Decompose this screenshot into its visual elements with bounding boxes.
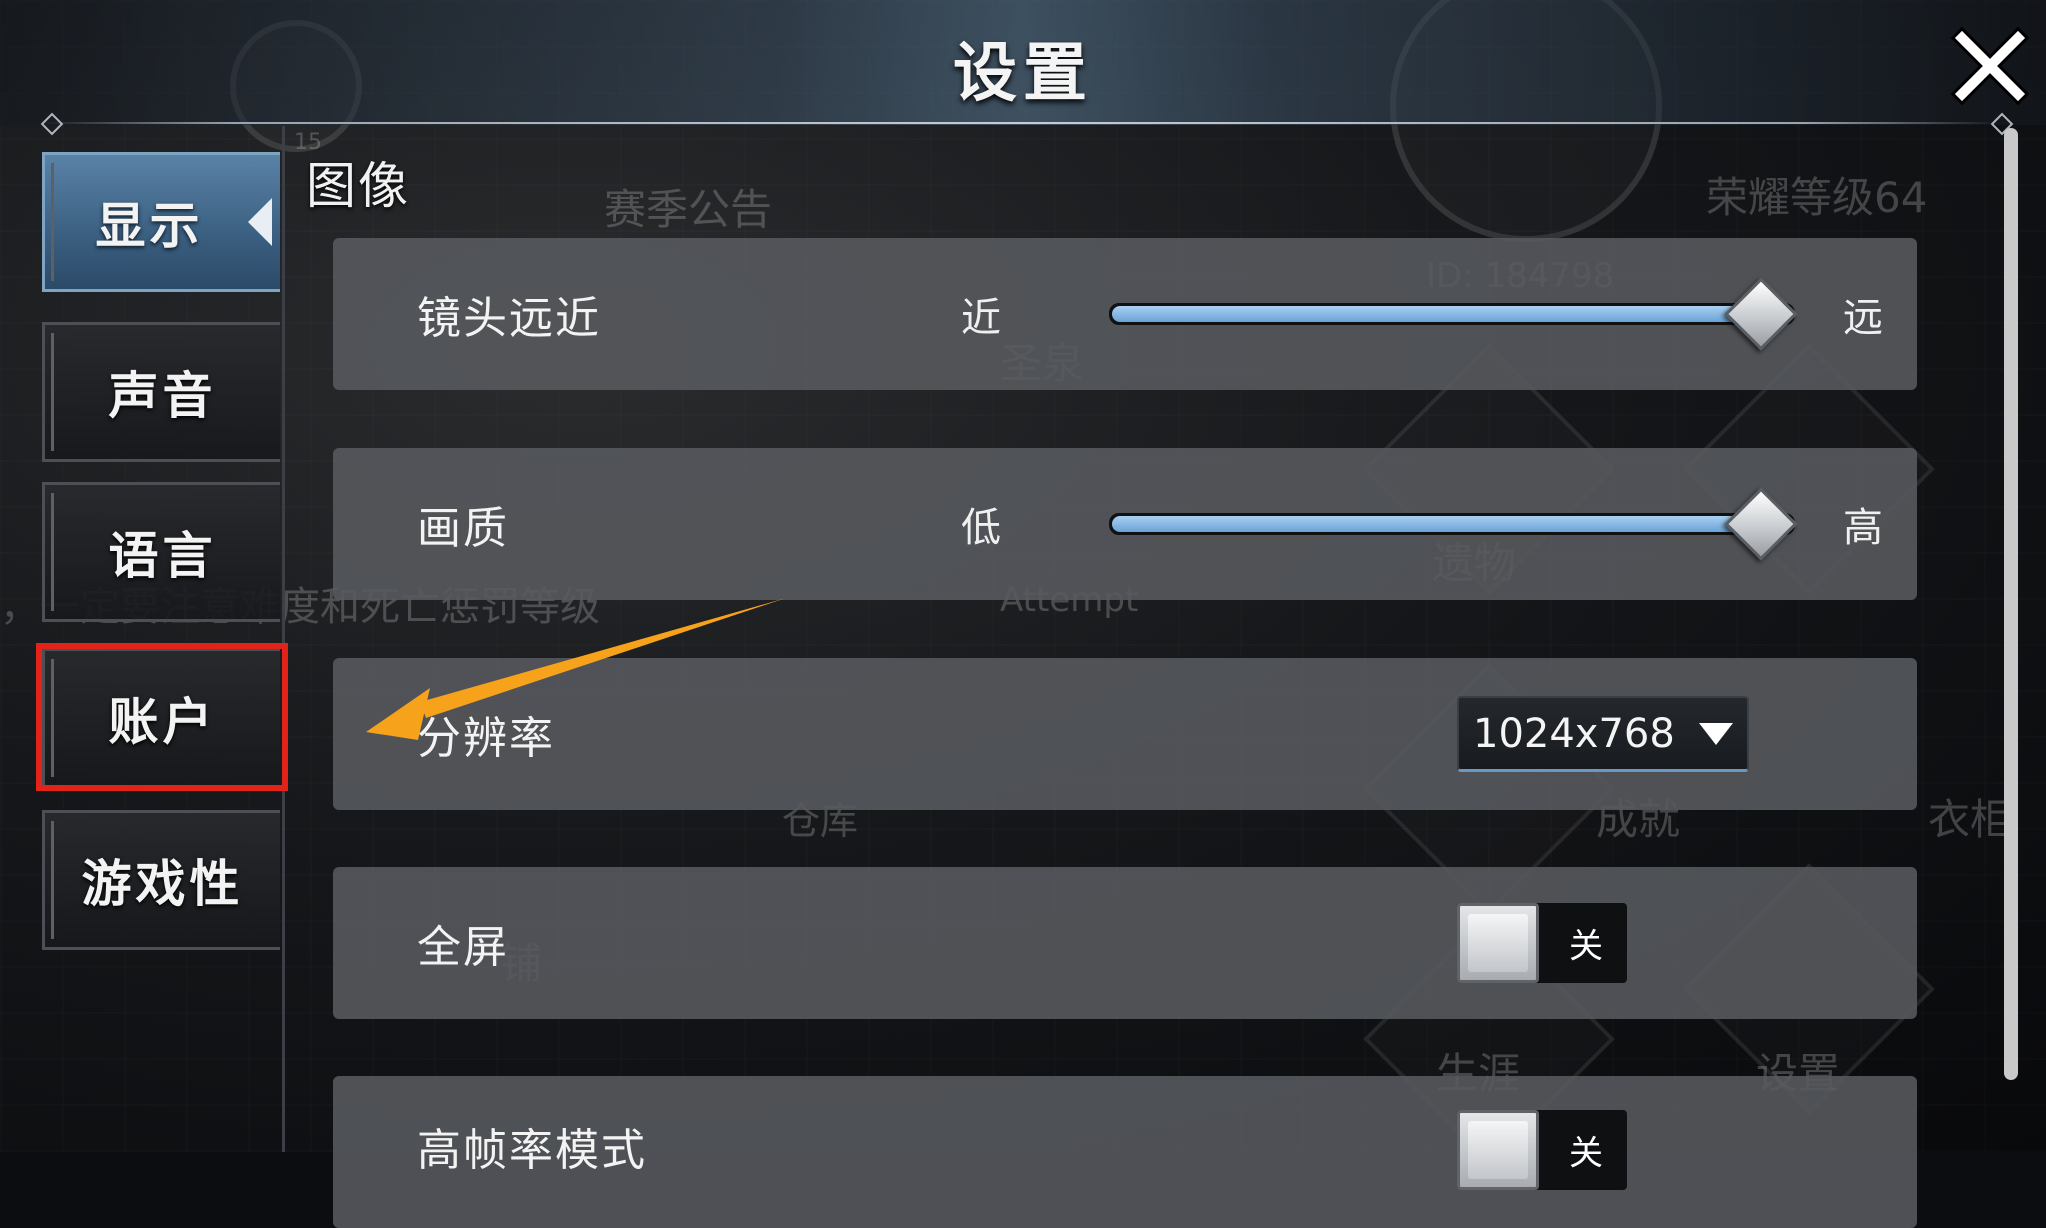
setting-label: 画质 [417,503,509,554]
setting-row-fullscreen: 全屏 关 [333,867,1917,1019]
section-title: 图像 [306,157,410,215]
background-text: 荣耀等级64 [1706,173,1928,222]
setting-label: 全屏 [417,922,509,973]
tab-gameplay-label: 游戏性 [81,855,244,913]
toggle-knob [1457,1110,1539,1190]
toggle-knob [1457,903,1539,983]
fullscreen-toggle[interactable]: 关 [1457,903,1627,983]
tab-account-label: 账户 [108,693,217,751]
close-icon [1950,26,2030,106]
setting-label: 高帧率模式 [417,1125,647,1176]
tab-sound-label: 声音 [108,367,217,425]
slider-max-label: 远 [1843,295,1883,341]
resolution-dropdown[interactable]: 1024x768 [1457,696,1749,772]
chevron-down-icon [1699,722,1733,745]
slider-thumb[interactable] [1724,277,1798,351]
resolution-value: 1024x768 [1473,710,1675,757]
slider-min-label: 近 [961,295,1001,341]
tab-account[interactable]: 账户 [42,648,280,788]
high-framerate-toggle[interactable]: 关 [1457,1110,1627,1190]
setting-label: 镜头远近 [417,293,601,344]
slider-fill [1112,306,1758,322]
header-divider [40,122,2000,124]
toggle-state: 关 [1569,926,1603,967]
setting-row-camera-distance: 镜头远近 近 远 [333,238,1917,390]
tab-display[interactable]: 显示 [42,152,280,292]
slider-max-label: 高 [1843,505,1883,551]
tab-language[interactable]: 语言 [42,482,280,622]
slider-fill [1112,516,1758,532]
tab-language-label: 语言 [108,527,217,585]
setting-row-high-framerate: 高帧率模式 关 [333,1076,1917,1228]
setting-label: 分辨率 [417,713,555,764]
tab-display-label: 显示 [95,197,204,255]
sidebar-divider [282,126,285,1152]
tab-sound[interactable]: 声音 [42,322,280,462]
content-scrollbar[interactable] [2004,128,2018,1080]
slider-thumb[interactable] [1724,487,1798,561]
background-text: 衣柜 [1928,795,2013,844]
active-tab-arrow-icon [248,198,272,246]
camera-distance-slider[interactable] [1109,277,1798,351]
setting-row-quality: 画质 低 高 [333,448,1917,600]
background-text: 赛季公告 [604,185,773,234]
quality-slider[interactable] [1109,487,1798,561]
close-button[interactable] [1950,26,2030,106]
page-title: 设置 [953,37,1093,111]
toggle-state: 关 [1569,1133,1603,1174]
slider-min-label: 低 [961,505,1001,551]
tab-gameplay[interactable]: 游戏性 [42,810,280,950]
setting-row-resolution: 分辨率 1024x768 [333,658,1917,810]
